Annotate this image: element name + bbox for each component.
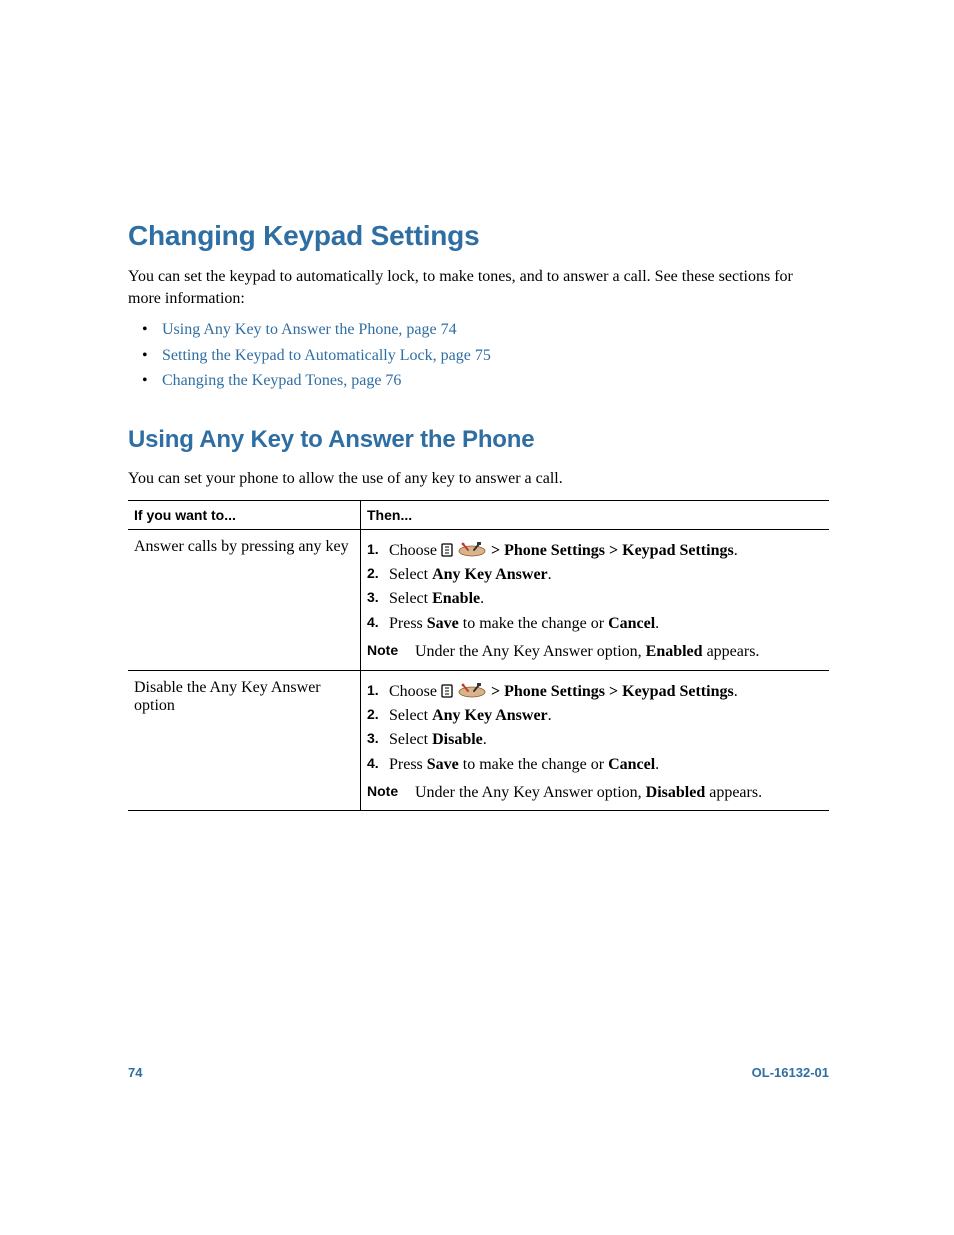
then-cell: 1. Choose > Phone Settings > Keypad Sett… [361, 529, 830, 670]
step: 3. Select Enable. [367, 588, 823, 610]
text: appears. [705, 784, 762, 801]
step-number: 3. [367, 729, 389, 749]
settings-key-icon [441, 684, 453, 698]
step-text: Press Save to make the change or Cancel. [389, 754, 823, 776]
step-number: 4. [367, 613, 389, 633]
text: to make the change or [459, 615, 608, 632]
step: 1. Choose > Phone Settings > Keypad Sett… [367, 681, 823, 703]
intro-paragraph: You can set the keypad to automatically … [128, 266, 829, 309]
step: 1. Choose > Phone Settings > Keypad Sett… [367, 540, 823, 562]
note-label: Note [367, 641, 415, 661]
step-text: Select Any Key Answer. [389, 564, 823, 586]
bold-text: Cancel [608, 615, 655, 632]
step: 3. Select Disable. [367, 729, 823, 751]
step-text: Choose > Phone Settings > Keypad Setting… [389, 540, 823, 562]
step-text: Select Any Key Answer. [389, 705, 823, 727]
list-item: Changing the Keypad Tones, page 76 [148, 370, 829, 392]
bold-text: Any Key Answer [432, 566, 548, 583]
text: . [734, 683, 738, 700]
step: 4. Press Save to make the change or Canc… [367, 754, 823, 776]
text: Press [389, 615, 427, 632]
step-number: 3. [367, 588, 389, 608]
page-number: 74 [128, 1065, 142, 1080]
bold-text: Enabled [646, 643, 703, 660]
note-text: Under the Any Key Answer option, Enabled… [415, 641, 823, 663]
bold-text: Save [427, 615, 459, 632]
step-number: 2. [367, 564, 389, 584]
bold-text: Save [427, 756, 459, 773]
step-text: Choose > Phone Settings > Keypad Setting… [389, 681, 823, 703]
table-row: Answer calls by pressing any key 1. Choo… [128, 529, 829, 670]
text: . [548, 566, 552, 583]
bold-text: Cancel [608, 756, 655, 773]
note: Note Under the Any Key Answer option, Di… [367, 782, 823, 804]
link-auto-lock[interactable]: Setting the Keypad to Automatically Lock… [162, 347, 491, 364]
bold-text: Enable [432, 590, 480, 607]
bold-path: > Phone Settings > Keypad Settings [491, 683, 734, 700]
step: 2. Select Any Key Answer. [367, 705, 823, 727]
heading-changing-keypad-settings: Changing Keypad Settings [128, 220, 829, 252]
doc-id: OL-16132-01 [752, 1065, 829, 1080]
text: appears. [703, 643, 760, 660]
want-cell: Disable the Any Key Answer option [128, 670, 361, 811]
heading-any-key-answer: Using Any Key to Answer the Phone [128, 426, 829, 454]
text: . [548, 707, 552, 724]
link-keypad-tones[interactable]: Changing the Keypad Tones, page 76 [162, 372, 401, 389]
bold-text: Disable [432, 731, 483, 748]
bold-path: > Phone Settings > Keypad Settings [491, 542, 734, 559]
table-header-then: Then... [361, 500, 830, 529]
page-footer: 74 OL-16132-01 [128, 1065, 829, 1080]
step-number: 2. [367, 705, 389, 725]
bold-text: Disabled [646, 784, 706, 801]
link-any-key-answer[interactable]: Using Any Key to Answer the Phone, page … [162, 321, 457, 338]
text: . [655, 756, 659, 773]
text: Select [389, 707, 432, 724]
tools-icon [457, 682, 487, 698]
tools-icon [457, 541, 487, 557]
step-number: 1. [367, 540, 389, 560]
step-number: 4. [367, 754, 389, 774]
note-text: Under the Any Key Answer option, Disable… [415, 782, 823, 804]
step: 4. Press Save to make the change or Canc… [367, 613, 823, 635]
step: 2. Select Any Key Answer. [367, 564, 823, 586]
want-cell: Answer calls by pressing any key [128, 529, 361, 670]
table-row: Disable the Any Key Answer option 1. Cho… [128, 670, 829, 811]
text: . [655, 615, 659, 632]
text: Select [389, 731, 432, 748]
step-text: Select Disable. [389, 729, 823, 751]
section-intro: You can set your phone to allow the use … [128, 468, 829, 490]
text: Under the Any Key Answer option, [415, 784, 646, 801]
text: Press [389, 756, 427, 773]
list-item: Using Any Key to Answer the Phone, page … [148, 319, 829, 341]
text: Select [389, 566, 432, 583]
then-cell: 1. Choose > Phone Settings > Keypad Sett… [361, 670, 830, 811]
text: Under the Any Key Answer option, [415, 643, 646, 660]
text: . [734, 542, 738, 559]
step-number: 1. [367, 681, 389, 701]
page: Changing Keypad Settings You can set the… [0, 0, 954, 1235]
step-text: Select Enable. [389, 588, 823, 610]
text: . [483, 731, 487, 748]
bold-text: Any Key Answer [432, 707, 548, 724]
note: Note Under the Any Key Answer option, En… [367, 641, 823, 663]
text: to make the change or [459, 756, 608, 773]
text: . [480, 590, 484, 607]
text: Choose [389, 542, 441, 559]
list-item: Setting the Keypad to Automatically Lock… [148, 345, 829, 367]
text: Select [389, 590, 432, 607]
section-links-list: Using Any Key to Answer the Phone, page … [128, 319, 829, 392]
task-table: If you want to... Then... Answer calls b… [128, 500, 829, 812]
step-text: Press Save to make the change or Cancel. [389, 613, 823, 635]
text: Choose [389, 683, 441, 700]
settings-key-icon [441, 543, 453, 557]
note-label: Note [367, 782, 415, 802]
table-header-want: If you want to... [128, 500, 361, 529]
